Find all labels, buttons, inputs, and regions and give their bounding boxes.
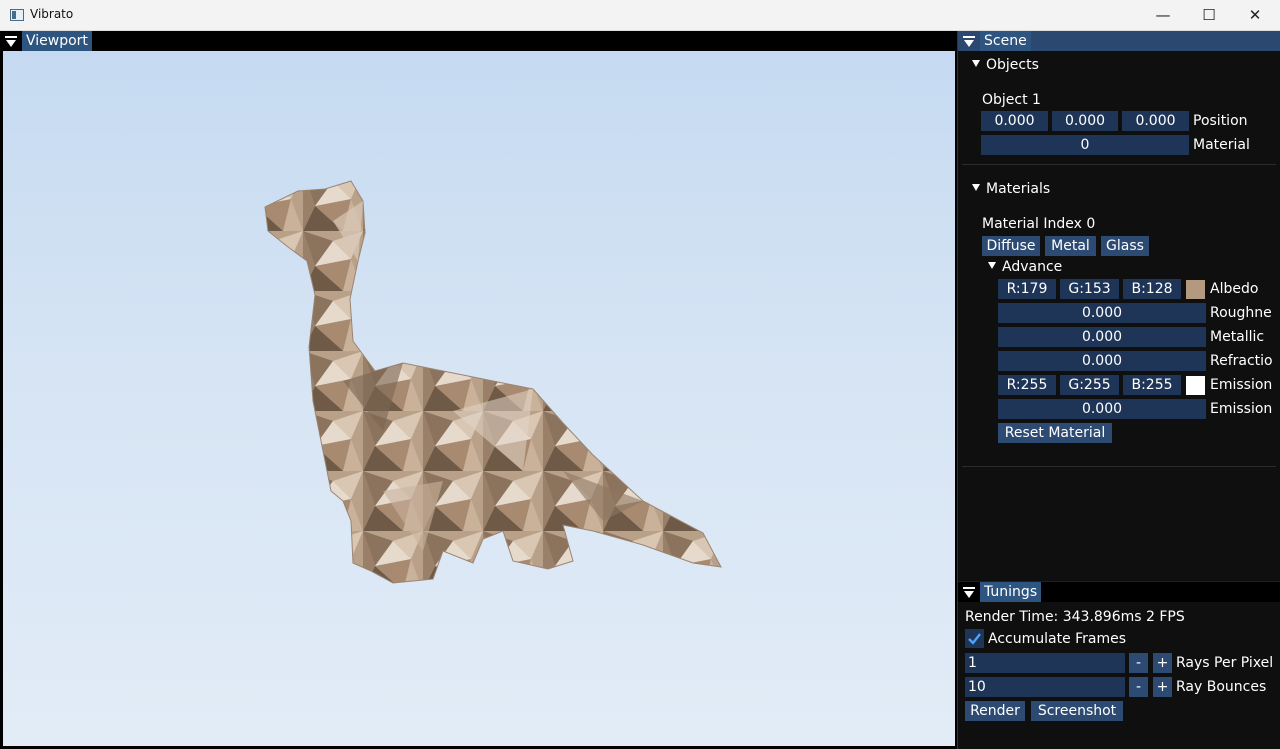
refraction-label: Refractio [1210, 353, 1273, 369]
emission-b-field[interactable]: B:255 [1123, 375, 1181, 395]
albedo-color-swatch[interactable] [1186, 280, 1205, 299]
emission-r-field[interactable]: R:255 [998, 375, 1056, 395]
ray-bounces-increment-button[interactable]: + [1153, 677, 1172, 697]
checkmark-icon [968, 633, 981, 645]
albedo-r-field[interactable]: R:179 [998, 279, 1056, 299]
tunings-panel: Tunings Render Time: 343.896ms 2 FPS Acc… [958, 582, 1280, 749]
emission-strength-label: Emission [1210, 401, 1273, 417]
object-material-field[interactable]: 0 [981, 135, 1189, 155]
dinosaur-body [264, 180, 722, 584]
reset-material-button[interactable]: Reset Material [998, 423, 1112, 443]
scene-title[interactable]: Scene [980, 31, 1031, 51]
render-canvas[interactable] [3, 51, 955, 746]
expand-arrow-icon [972, 60, 980, 67]
object-name: Object 1 [982, 92, 1041, 108]
position-z-field[interactable]: 0.000 [1122, 111, 1189, 131]
collapse-icon[interactable] [963, 34, 975, 48]
emission-color-swatch[interactable] [1186, 376, 1205, 395]
rays-per-pixel-decrement-button[interactable]: - [1129, 653, 1148, 673]
albedo-b-field[interactable]: B:128 [1123, 279, 1181, 299]
advance-header-label: Advance [1002, 259, 1063, 275]
materials-section-header[interactable]: Materials [972, 180, 1050, 198]
rays-per-pixel-input[interactable]: 1 [965, 653, 1125, 673]
objects-header-label: Objects [986, 57, 1039, 73]
materials-header-label: Materials [986, 181, 1051, 197]
roughness-label: Roughne [1210, 305, 1272, 321]
maximize-button[interactable]: ☐ [1186, 0, 1232, 30]
ray-bounces-input[interactable]: 10 [965, 677, 1125, 697]
dinosaur-render [264, 180, 722, 584]
screenshot-button[interactable]: Screenshot [1031, 701, 1123, 721]
albedo-label: Albedo [1210, 281, 1259, 297]
viewport-header: Viewport [0, 31, 957, 51]
albedo-g-field[interactable]: G:153 [1060, 279, 1119, 299]
window-titlebar: Vibrato — ☐ ✕ [0, 0, 1280, 31]
rays-per-pixel-increment-button[interactable]: + [1153, 653, 1172, 673]
position-label: Position [1193, 113, 1248, 129]
expand-arrow-icon [972, 184, 980, 191]
render-button[interactable]: Render [965, 701, 1025, 721]
minimize-button[interactable]: — [1140, 0, 1186, 30]
tunings-header: Tunings [958, 582, 1280, 602]
divider [962, 164, 1276, 165]
window-title: Vibrato [30, 7, 74, 21]
metallic-label: Metallic [1210, 329, 1265, 345]
collapse-icon[interactable] [963, 585, 975, 599]
diffuse-button[interactable]: Diffuse [982, 236, 1040, 256]
divider [962, 466, 1276, 467]
scene-panel: Scene Objects Object 1 0.000 0.000 0.000… [958, 31, 1280, 581]
tunings-title[interactable]: Tunings [980, 582, 1042, 602]
material-label: Material [1193, 137, 1250, 153]
expand-arrow-icon [988, 262, 996, 269]
viewport-panel: Viewport [0, 31, 957, 749]
refraction-field[interactable]: 0.000 [998, 351, 1206, 371]
collapse-icon[interactable] [5, 34, 17, 48]
emission-g-field[interactable]: G:255 [1060, 375, 1119, 395]
objects-section-header[interactable]: Objects [972, 56, 1039, 74]
position-x-field[interactable]: 0.000 [981, 111, 1048, 131]
emission-color-label: Emission [1210, 377, 1273, 393]
scene-header: Scene [958, 31, 1280, 51]
viewport-title[interactable]: Viewport [22, 31, 92, 51]
position-y-field[interactable]: 0.000 [1052, 111, 1118, 131]
metallic-field[interactable]: 0.000 [998, 327, 1206, 347]
ray-bounces-label: Ray Bounces [1176, 679, 1267, 695]
ray-bounces-decrement-button[interactable]: - [1129, 677, 1148, 697]
render-time-readout: Render Time: 343.896ms 2 FPS [965, 609, 1185, 625]
accumulate-frames-label: Accumulate Frames [988, 631, 1127, 647]
app-icon [10, 9, 24, 21]
metal-button[interactable]: Metal [1045, 236, 1096, 256]
advance-section-header[interactable]: Advance [988, 258, 1062, 276]
roughness-field[interactable]: 0.000 [998, 303, 1206, 323]
material-index-label: Material Index 0 [982, 216, 1096, 232]
close-button[interactable]: ✕ [1232, 0, 1278, 30]
glass-button[interactable]: Glass [1101, 236, 1149, 256]
rays-per-pixel-label: Rays Per Pixel [1176, 655, 1274, 671]
emission-strength-field[interactable]: 0.000 [998, 399, 1206, 419]
accumulate-frames-checkbox[interactable] [965, 629, 984, 648]
